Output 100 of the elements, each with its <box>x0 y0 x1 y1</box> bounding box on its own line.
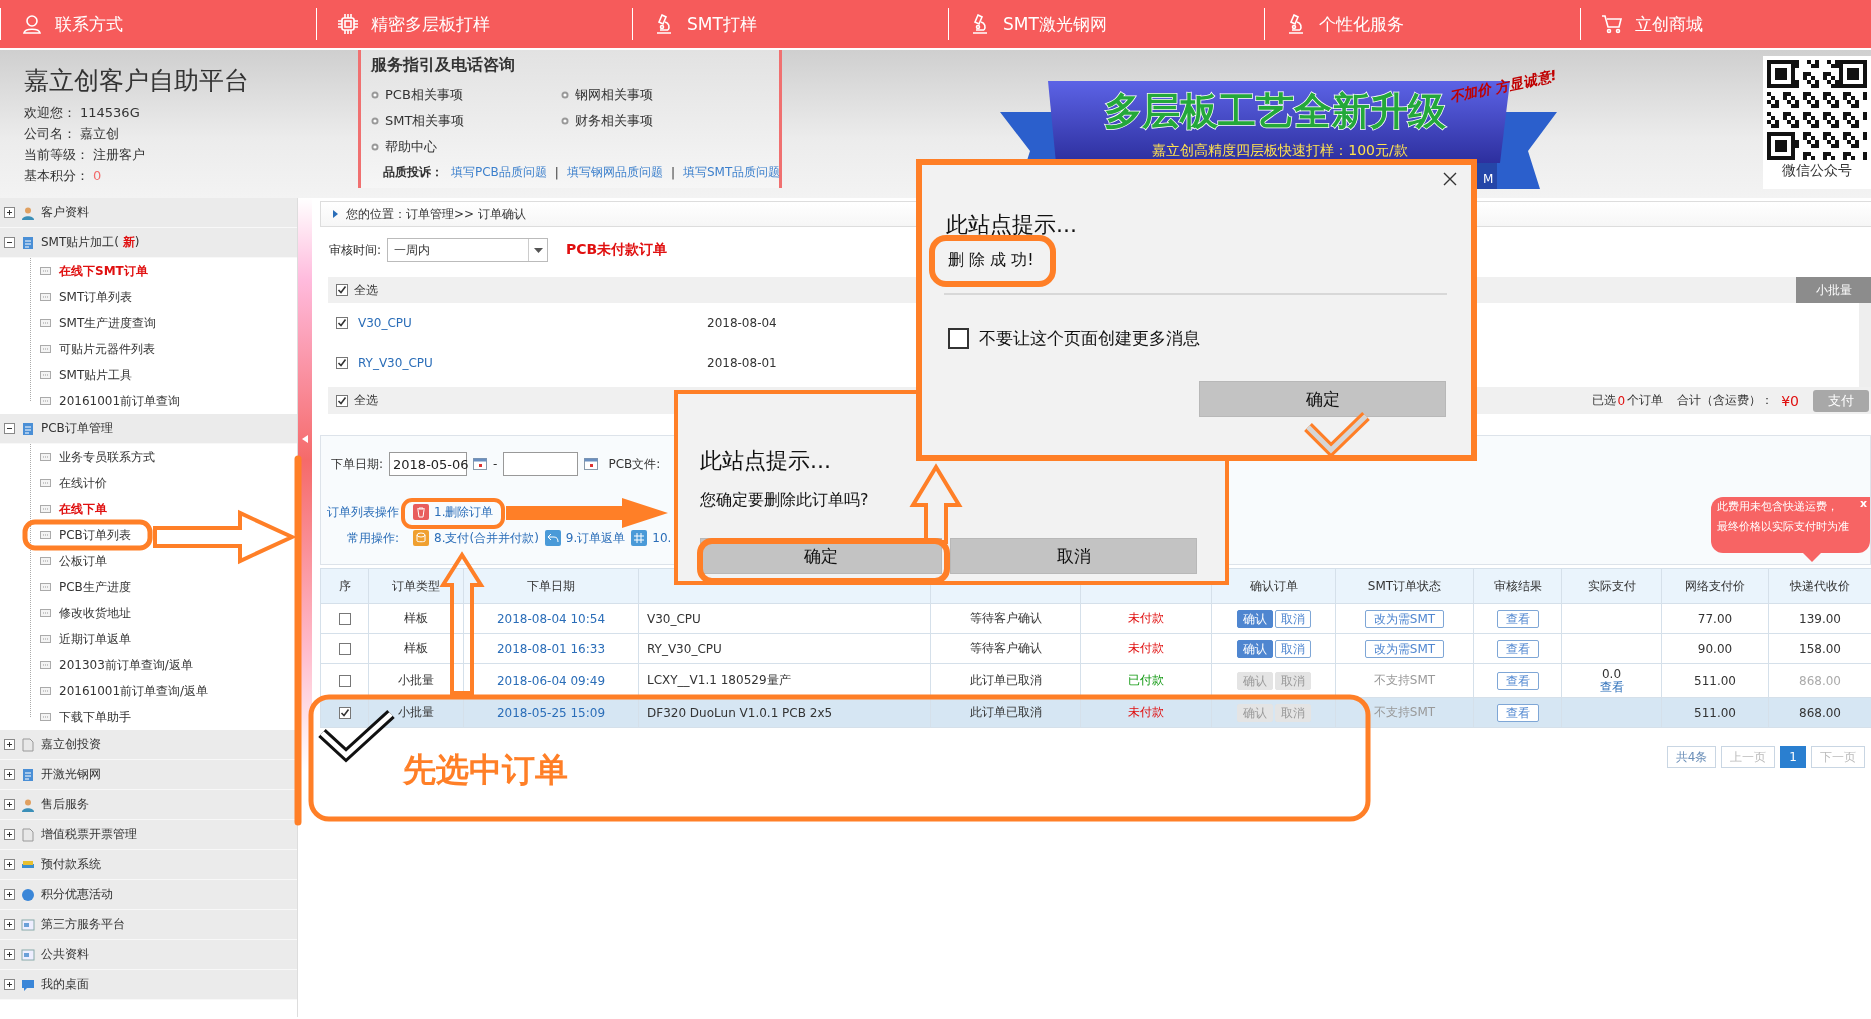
menu-group[interactable]: SMT贴片加工( 新) <box>0 228 297 258</box>
banner-subtitle: 嘉立创高精度四层板快速打样：100元/款 <box>1152 142 1408 158</box>
caret-icon <box>533 247 543 253</box>
order-link[interactable]: RY_V30_CPU <box>358 356 707 370</box>
table-cell: 此订单已取消 <box>969 673 1042 687</box>
checkbox[interactable] <box>336 394 348 407</box>
view-button[interactable]: 查看 <box>1496 703 1539 722</box>
menu-group[interactable]: 我的桌面 <box>0 970 297 1000</box>
complaint-link[interactable]: 填写PCB品质问题 <box>451 164 547 181</box>
menu-group[interactable]: 第三方服务平台 <box>0 910 297 940</box>
view-button[interactable]: 查看 <box>1496 639 1539 658</box>
menu-item[interactable]: 20161001前订单查询 <box>59 392 181 410</box>
menu-item[interactable]: 修改收货地址 <box>59 604 131 622</box>
menu-item[interactable]: 20161001前订单查询/返单 <box>59 682 209 700</box>
menu-item[interactable]: 公板订单 <box>59 552 107 570</box>
calendar-icon[interactable] <box>584 458 599 470</box>
nav-link[interactable]: 联系方式 <box>21 12 123 36</box>
menu-group-label: 增值税票开票管理 <box>41 826 137 843</box>
menu-group[interactable]: PCB订单管理 <box>0 414 297 444</box>
complaint-link[interactable]: 填写钢网品质问题 <box>566 164 663 181</box>
checkbox[interactable] <box>338 613 351 625</box>
nav-link[interactable]: 精密多层板打样 <box>337 12 490 36</box>
action-link[interactable]: 10. <box>631 530 672 546</box>
checkbox[interactable] <box>338 643 351 655</box>
smt-button[interactable]: 改为需SMT <box>1364 609 1445 628</box>
total-count: 共4条 <box>1666 746 1717 768</box>
confirm-button[interactable]: 确认 <box>1236 639 1273 658</box>
dialog-button[interactable]: 取消 <box>950 538 1197 574</box>
action-link[interactable]: 8.支付(合并并付款) <box>413 529 539 547</box>
coins-icon <box>413 530 429 546</box>
table-row[interactable]: 样板 2018-08-01 16:33 RY_V30_CPU 等待客户确认 未付款 确认 取消 改为需SMT 查看 90.00 158.00 <box>320 633 1871 664</box>
date-field[interactable]: 2018-05-06 <box>389 452 468 476</box>
table-row[interactable]: 小批量 2018-05-25 15:09 DF320 DuoLun V1.0.1 PCB 2x5 此订单已取消 未付款 确认 取消 不支持SMT 查看 511.00 868.00 <box>320 697 1871 728</box>
banner-title: 多层板工艺全新升级 <box>1104 89 1446 133</box>
menu-item[interactable]: 在线下单 <box>59 500 107 518</box>
menu-item[interactable]: 近期订单返单 <box>59 630 131 648</box>
smt-button[interactable]: 改为需SMT <box>1364 639 1445 658</box>
view-button[interactable]: 查看 <box>1496 609 1539 628</box>
confirm-button[interactable]: 确认 <box>1236 609 1273 628</box>
menu-item[interactable]: 下载下单助手 <box>59 708 131 726</box>
help-link[interactable]: 钢网相关事项 <box>561 86 761 104</box>
menu-group[interactable]: 预付款系统 <box>0 850 297 880</box>
help-link[interactable]: 财务相关事项 <box>561 112 761 130</box>
menu-group-label: 预付款系统 <box>41 856 101 873</box>
menu-group[interactable]: 售后服务 <box>0 790 297 820</box>
help-link[interactable]: SMT相关事项 <box>371 112 561 130</box>
menu-item[interactable]: PCB生产进度 <box>59 578 131 596</box>
banner-text: M <box>1483 172 1494 186</box>
view-link[interactable]: 查看 <box>1563 681 1660 694</box>
menu-group[interactable]: 开激光钢网 <box>0 760 297 790</box>
menu-item[interactable]: SMT贴片工具 <box>59 366 133 384</box>
menu-item[interactable]: 在线下SMT订单 <box>59 262 148 280</box>
operations-label: 订单列表操作 <box>326 503 400 521</box>
collapse-arrow-icon[interactable] <box>302 435 308 443</box>
table-row[interactable]: 小批量 2018-06-04 09:49 LCXY__V1.1 180529量产 此订单已取消 已付款 确认 取消 不支持SMT 查看 0.0 查看 511.00 868.00 <box>320 663 1871 698</box>
complaint-link[interactable]: 填写SMT品质问题 <box>682 164 781 181</box>
calendar-icon[interactable] <box>473 458 488 470</box>
checkbox[interactable] <box>336 317 348 329</box>
menu-item[interactable]: SMT生产进度查询 <box>59 314 157 332</box>
menu-item[interactable]: SMT订单列表 <box>59 288 133 306</box>
close-icon[interactable] <box>1443 172 1457 186</box>
help-link[interactable]: 帮助中心 <box>371 138 561 156</box>
menu-item[interactable]: PCB订单列表 <box>59 526 131 544</box>
nav-link[interactable]: 立创商城 <box>1601 12 1703 36</box>
menu-group[interactable]: 积分优惠活动 <box>0 880 297 910</box>
menu-group[interactable]: 客户资料 <box>0 198 297 228</box>
cancel-button[interactable]: 取消 <box>1274 639 1311 658</box>
view-button[interactable]: 查看 <box>1496 671 1539 690</box>
checkbox[interactable] <box>336 357 348 369</box>
checkbox[interactable] <box>338 707 351 719</box>
menu-item[interactable]: 201303前订单查询/返单 <box>59 656 193 674</box>
cancel-button[interactable]: 取消 <box>1274 609 1311 628</box>
action-link[interactable]: 9.订单返单 <box>544 529 626 547</box>
time-dropdown[interactable]: 一周内 <box>387 238 549 262</box>
date-field[interactable] <box>503 452 579 476</box>
table-row[interactable]: 样板 2018-08-04 10:54 V30_CPU 等待客户确认 未付款 确认 取消 改为需SMT 查看 77.00 139.00 <box>320 603 1871 634</box>
menu-group-label: 开激光钢网 <box>41 766 101 783</box>
nav-link[interactable]: 个性化服务 <box>1285 12 1404 36</box>
checkbox[interactable] <box>338 675 351 687</box>
menu-group[interactable]: 增值税票开票管理 <box>0 820 297 850</box>
table-cell-text: 0.0 <box>1600 667 1623 681</box>
action-link[interactable]: 1.删除订单 <box>413 503 494 521</box>
page-button[interactable]: 1 <box>1780 746 1806 768</box>
nav-link[interactable]: SMT打样 <box>653 12 757 36</box>
nav-link[interactable]: SMT激光钢网 <box>969 12 1107 36</box>
menu-item[interactable]: 可贴片元器件列表 <box>59 340 155 358</box>
scrollbar[interactable] <box>1859 303 1871 387</box>
checkbox[interactable] <box>948 328 969 349</box>
menu-item[interactable]: 业务专员联系方式 <box>59 448 155 466</box>
dialog-button[interactable]: 确定 <box>1199 381 1446 417</box>
menu-group[interactable]: 公共资料 <box>0 940 297 970</box>
order-link[interactable]: V30_CPU <box>358 316 707 330</box>
field-label: 下单日期: <box>331 455 384 473</box>
checkbox[interactable] <box>336 284 348 296</box>
divider-text: | <box>670 165 675 180</box>
menu-item[interactable]: 在线计价 <box>59 474 107 492</box>
tab[interactable]: 小批量 <box>1796 277 1871 303</box>
menu-group[interactable]: 嘉立创投资 <box>0 730 297 760</box>
close-button[interactable]: x <box>1859 498 1867 510</box>
help-link[interactable]: PCB相关事项 <box>371 86 561 104</box>
